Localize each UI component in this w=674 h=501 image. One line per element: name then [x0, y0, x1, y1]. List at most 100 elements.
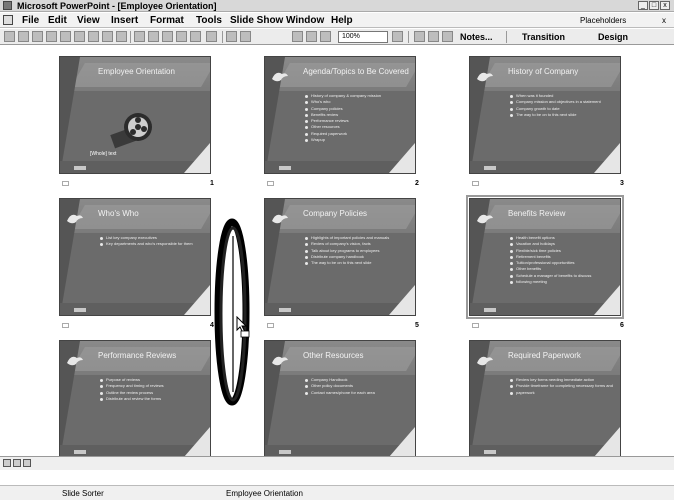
transition-marker-icon[interactable]: [62, 181, 69, 186]
transition-marker-icon[interactable]: [62, 323, 69, 328]
bullet-item: The way to be on to this next slide: [510, 112, 618, 118]
bullet-list: Highlights of important policies and man…: [305, 235, 413, 266]
show-formatting-icon[interactable]: [292, 31, 303, 42]
menu-format[interactable]: Format: [150, 13, 184, 28]
permission-icon[interactable]: [46, 31, 57, 42]
print-icon[interactable]: [74, 31, 85, 42]
cut-icon[interactable]: [134, 31, 145, 42]
paste-icon[interactable]: [162, 31, 173, 42]
save-icon[interactable]: [32, 31, 43, 42]
slide-number: 6: [620, 322, 624, 329]
close-document-button[interactable]: x: [662, 13, 666, 28]
drag-pointer-icon: [236, 316, 250, 338]
summary-slide-icon[interactable]: [442, 31, 453, 42]
leaf-logo-icon: [477, 214, 493, 224]
slide-number: 2: [415, 180, 419, 187]
footer-logo: [74, 166, 86, 170]
normal-view-icon[interactable]: [3, 459, 11, 467]
slide-thumbnail-4[interactable]: Who's Who List key company executives Ke…: [59, 198, 211, 316]
leaf-logo-icon: [272, 356, 288, 366]
copy-icon[interactable]: [148, 31, 159, 42]
menu-insert[interactable]: Insert: [111, 13, 138, 28]
transition-marker-icon[interactable]: [472, 323, 479, 328]
toolbar-separator: [506, 31, 507, 43]
transition-marker-icon[interactable]: [267, 181, 274, 186]
film-reel-icon: [110, 113, 152, 149]
undo-icon[interactable]: [190, 31, 201, 42]
help-icon[interactable]: [392, 31, 403, 42]
hyperlink-icon[interactable]: [226, 31, 237, 42]
slide-thumbnail-3[interactable]: History of Company When was it founded C…: [469, 56, 621, 174]
slide-thumbnail-9[interactable]: Required Paperwork Review key forms need…: [469, 340, 621, 458]
status-bar: Slide Sorter Employee Orientation: [0, 485, 674, 500]
new-icon[interactable]: [4, 31, 15, 42]
slide-corner-fold: [184, 285, 210, 315]
menu-edit[interactable]: Edit: [48, 13, 67, 28]
rehearse-timings-icon[interactable]: [428, 31, 439, 42]
tables-icon[interactable]: [240, 31, 251, 42]
notes-button[interactable]: Notes...: [460, 29, 493, 45]
format-painter-icon[interactable]: [176, 31, 187, 42]
transition-marker-icon[interactable]: [267, 323, 274, 328]
bullet-list: List key company executives Key departme…: [100, 235, 208, 248]
bullet-item: paperwork: [510, 390, 618, 396]
email-icon[interactable]: [60, 31, 71, 42]
slide-corner-fold: [184, 427, 210, 457]
restore-button[interactable]: □: [649, 1, 659, 10]
footer-logo: [484, 308, 496, 312]
slide-corner-fold: [184, 143, 210, 173]
redo-icon[interactable]: [206, 31, 217, 42]
transition-marker-icon[interactable]: [472, 181, 479, 186]
menu-slide-show[interactable]: Slide Show: [230, 13, 283, 28]
slide-swoosh: [71, 205, 210, 229]
menu-window[interactable]: Window: [286, 13, 324, 28]
title-bar: Microsoft PowerPoint - [Employee Orienta…: [0, 0, 674, 12]
hide-slide-icon[interactable]: [414, 31, 425, 42]
slide-show-view-icon[interactable]: [23, 459, 31, 467]
menu-bar: File Edit View Insert Format Tools Slide…: [0, 13, 674, 28]
close-button[interactable]: x: [660, 1, 670, 10]
powerpoint-app-icon[interactable]: [3, 1, 12, 10]
spelling-icon[interactable]: [102, 31, 113, 42]
leaf-logo-icon: [477, 72, 493, 82]
slide-thumbnail-8[interactable]: Other Resources Company Handbook Other p…: [264, 340, 416, 458]
research-icon[interactable]: [116, 31, 127, 42]
slide-thumbnail-6[interactable]: Benefits Review Health benefit options V…: [466, 195, 624, 319]
slide-number: 5: [415, 322, 419, 329]
insertion-point-highlight: [214, 218, 250, 406]
toolbar-separator: [408, 31, 409, 43]
slide-sorter-pane: Employee Orientation [Whole] text 1 Agen…: [0, 46, 674, 471]
footer-logo: [74, 308, 86, 312]
slide-corner-fold: [594, 427, 620, 457]
placeholders-box[interactable]: Placeholders: [580, 13, 626, 28]
color-view-icon[interactable]: [320, 31, 331, 42]
status-view-name: Slide Sorter: [62, 489, 104, 498]
slide-corner-fold: [594, 143, 620, 173]
document-icon[interactable]: [3, 15, 13, 25]
open-icon[interactable]: [18, 31, 29, 42]
slide-sorter-view-icon[interactable]: [13, 459, 21, 467]
footer-logo: [279, 308, 291, 312]
design-button[interactable]: Design: [598, 29, 628, 45]
slide-thumbnail-1[interactable]: Employee Orientation [Whole] text: [59, 56, 211, 174]
slide-number: 3: [620, 180, 624, 187]
minimize-button[interactable]: _: [638, 1, 648, 10]
slide-thumbnail-7[interactable]: Performance Reviews Purpose of reviews F…: [59, 340, 211, 458]
slide-corner-fold: [389, 143, 415, 173]
menu-file[interactable]: File: [22, 13, 39, 28]
slide-thumbnail-5[interactable]: Company Policies Highlights of important…: [264, 198, 416, 316]
slide-number: 1: [210, 180, 214, 187]
zoom-box[interactable]: 100%: [338, 31, 388, 43]
menu-help[interactable]: Help: [331, 13, 353, 28]
footer-logo: [74, 450, 86, 454]
transition-button[interactable]: Transition: [522, 29, 565, 45]
slide-title: History of Company: [508, 67, 579, 76]
print-preview-icon[interactable]: [88, 31, 99, 42]
grayscale-icon[interactable]: [306, 31, 317, 42]
slide-title: Benefits Review: [508, 209, 566, 218]
bullet-list: Health benefit options Vacation and holi…: [510, 235, 618, 285]
menu-tools[interactable]: Tools: [196, 13, 222, 28]
menu-view[interactable]: View: [77, 13, 100, 28]
bullet-list: Purpose of reviews Frequency and timing …: [100, 377, 208, 402]
slide-thumbnail-2[interactable]: Agenda/Topics to Be Covered History of c…: [264, 56, 416, 174]
